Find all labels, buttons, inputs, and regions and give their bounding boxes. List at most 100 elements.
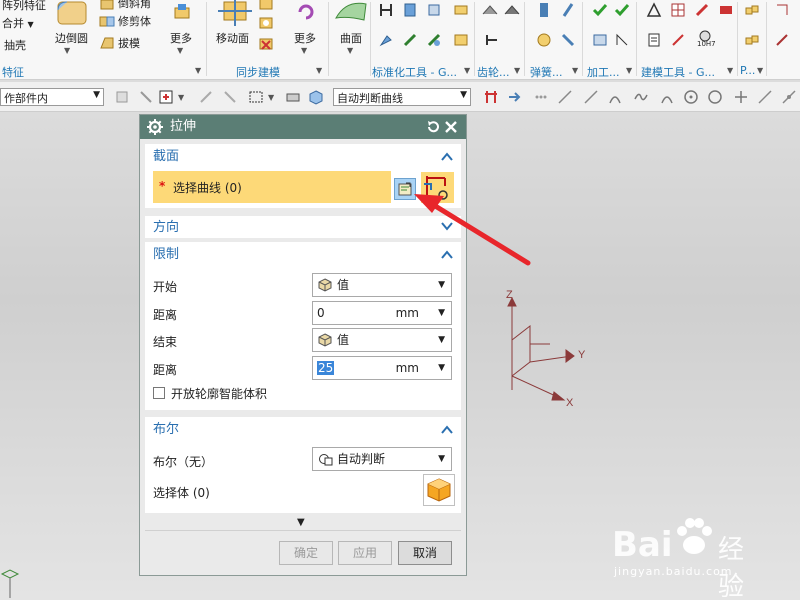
line-icon[interactable]: [557, 89, 573, 105]
end-select[interactable]: 值 ▼: [312, 328, 452, 352]
distance1-input[interactable]: 0 mm ▼: [312, 301, 452, 325]
trim-button[interactable]: 倒斜角: [118, 0, 151, 11]
chevron-down-icon[interactable]: ▼: [316, 66, 322, 75]
chevron-down-icon[interactable]: ▼: [177, 46, 183, 55]
chevron-down-icon[interactable]: ▼: [64, 46, 70, 55]
spline-icon[interactable]: [633, 89, 649, 105]
pencil-icon: [695, 3, 709, 17]
move-face-button[interactable]: 移动面: [216, 30, 249, 46]
chevron-down-icon: ▼: [438, 454, 445, 464]
unite-button[interactable]: 合并 ▼: [2, 15, 34, 31]
curve-pick-button[interactable]: [421, 172, 454, 203]
chevron-down-icon: ▼: [27, 20, 34, 29]
filter-icon-1[interactable]: [114, 89, 130, 105]
open-profile-checkbox[interactable]: [153, 387, 165, 399]
arrow-right-icon[interactable]: [507, 89, 523, 105]
boolean-select[interactable]: 自动判断 ▼: [312, 447, 452, 471]
curve-rule-select[interactable]: 自动判断曲线 ▼: [333, 88, 471, 106]
chevron-up-icon[interactable]: [441, 425, 453, 434]
sketch-section-button[interactable]: [394, 178, 416, 200]
chevron-down-icon[interactable]: ▼: [301, 46, 307, 55]
sync-icon-1: [259, 0, 273, 10]
chevron-down-icon[interactable]: ▼: [347, 46, 353, 55]
snap-icon-2[interactable]: [222, 89, 238, 105]
start-select[interactable]: 值 ▼: [312, 273, 452, 297]
limits-header[interactable]: 限制: [145, 242, 461, 268]
direction-title: 方向: [153, 220, 180, 235]
distance2-input[interactable]: 25 mm ▼: [312, 356, 452, 380]
trim-body-button[interactable]: 修剪体: [118, 13, 151, 29]
std-icon-1: [380, 4, 392, 16]
group-label-p: P...: [740, 64, 756, 77]
gear-icon[interactable]: [147, 119, 163, 135]
chevron-down-icon[interactable]: ▼: [626, 66, 632, 75]
group-label-sync: 同步建模: [236, 66, 280, 79]
select-curve-field[interactable]: * 选择曲线 (0): [153, 171, 391, 203]
select-icon[interactable]: [158, 89, 174, 105]
boolean-header[interactable]: 布尔: [145, 417, 461, 443]
circle-center-icon[interactable]: [683, 89, 699, 105]
snap-point-icon[interactable]: [781, 89, 797, 105]
select-body-button[interactable]: [423, 474, 455, 506]
doc-icon: [648, 33, 660, 47]
more-button-2[interactable]: 更多: [294, 30, 316, 46]
trim-icon: [100, 0, 114, 10]
scope-select[interactable]: 作部件内 ▼: [0, 88, 104, 106]
eraser-icon[interactable]: [285, 89, 301, 105]
hole-size-label: 10H7: [697, 40, 716, 48]
chevron-down-icon[interactable]: ▼: [727, 66, 733, 75]
chevron-down-icon[interactable]: ▼: [268, 93, 274, 102]
apply-button[interactable]: 应用: [338, 541, 392, 565]
line-icon-3[interactable]: [757, 89, 773, 105]
chevron-up-icon[interactable]: [441, 152, 453, 161]
curve-icon[interactable]: [607, 89, 623, 105]
chevron-down-icon[interactable]: ▼: [178, 93, 184, 102]
chevron-up-icon[interactable]: [441, 250, 453, 259]
section-header[interactable]: 截面: [145, 144, 461, 170]
chevron-down-icon[interactable]: ▼: [572, 66, 578, 75]
chevron-down-icon[interactable]: [441, 222, 453, 231]
filter-icon-2[interactable]: [138, 89, 154, 105]
chevron-down-icon[interactable]: ▼: [438, 357, 445, 379]
distance2-label: 距离: [153, 363, 178, 377]
chevron-down-icon[interactable]: ▼: [464, 66, 470, 75]
parts-icon-2: [745, 35, 759, 45]
shell-button[interactable]: 抽壳: [4, 37, 26, 53]
surface-button[interactable]: 曲面: [340, 30, 362, 46]
more-options-arrow-icon[interactable]: ▼: [297, 517, 305, 528]
draft-button[interactable]: 拔模: [118, 35, 140, 51]
scope-select-value: 作部件内: [4, 92, 48, 105]
quadrant-icon[interactable]: [707, 89, 723, 105]
reset-icon[interactable]: [426, 120, 440, 134]
line-icon-2[interactable]: [583, 89, 599, 105]
chevron-down-icon[interactable]: ▼: [195, 66, 201, 75]
chevron-down-icon[interactable]: ▼: [438, 302, 445, 324]
dots-icon[interactable]: [533, 89, 549, 105]
edge-blend-icon: [57, 1, 87, 25]
end-label: 结束: [153, 335, 178, 349]
cancel-button[interactable]: 取消: [398, 541, 452, 565]
cube-icon[interactable]: [308, 89, 324, 105]
section-group: 截面 * 选择曲线 (0): [145, 144, 461, 208]
direction-header[interactable]: 方向: [145, 216, 461, 238]
plus-icon[interactable]: [733, 89, 749, 105]
chevron-down-icon[interactable]: ▼: [757, 66, 763, 75]
more-button-1[interactable]: 更多: [170, 30, 192, 46]
array-feature-button[interactable]: 阵列特征: [2, 0, 46, 13]
machining-icon-2: [614, 4, 630, 17]
tangent-icon[interactable]: [659, 89, 675, 105]
wcs-triad: Z Y X: [506, 289, 586, 409]
chevron-down-icon: ▼: [460, 90, 467, 100]
edge-blend-button[interactable]: 边倒圆: [55, 30, 88, 46]
marquee-icon[interactable]: [248, 89, 264, 105]
ribbon: 阵列特征 合并 ▼ 抽壳 边倒圆 ▼ 倒斜角 修剪体 拔模 更多 ▼ 特征 ▼ …: [0, 0, 800, 80]
gear-tool-icon-1: [482, 5, 498, 15]
between-icon[interactable]: [483, 89, 499, 105]
ok-button[interactable]: 确定: [279, 541, 333, 565]
boolean-select-value: 自动判断: [337, 452, 386, 466]
value-cube-icon: [318, 333, 332, 347]
chevron-down-icon[interactable]: ▼: [514, 66, 520, 75]
snap-icon[interactable]: [198, 89, 214, 105]
close-icon[interactable]: [444, 120, 458, 134]
spring-icon-4: [561, 33, 575, 47]
